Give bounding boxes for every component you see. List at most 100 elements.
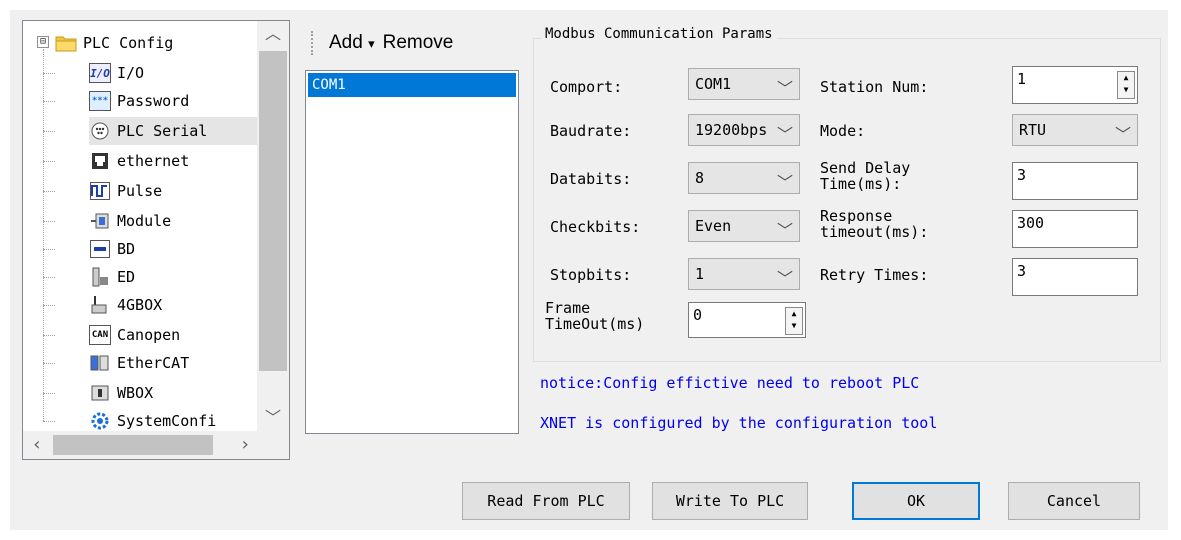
tree-horizontal-scrollbar[interactable]: ‹ › <box>23 431 259 459</box>
send-delay-label-line2: Time(ms): <box>820 175 902 193</box>
read-from-plc-button[interactable]: Read From PLC <box>462 482 630 520</box>
station-num-value: 1 <box>1017 70 1027 88</box>
tree-item-label: 4GBOX <box>117 296 163 314</box>
tree-item-io[interactable]: I/O I/O <box>89 59 144 87</box>
databits-label: Databits: <box>550 170 632 188</box>
cancel-button[interactable]: Cancel <box>1008 482 1140 520</box>
comport-label: Comport: <box>550 78 623 96</box>
tree-guide-line <box>43 49 44 421</box>
serial-port-icon <box>89 121 111 141</box>
response-timeout-input[interactable]: 300 <box>1012 210 1138 248</box>
retry-times-label: Retry Times: <box>820 266 929 284</box>
tree-connector <box>43 131 55 132</box>
frame-timeout-value: 0 <box>693 306 703 324</box>
add-button[interactable]: Add ▾ <box>325 32 379 54</box>
password-icon: *** <box>89 91 111 111</box>
collapse-toggle[interactable]: ⊟ <box>37 36 49 48</box>
canopen-icon: CAN <box>89 325 111 345</box>
frame-timeout-label-line1: Frame <box>545 299 591 317</box>
tree-item-pulse[interactable]: Pulse <box>89 177 162 205</box>
tree-item-label: EtherCAT <box>117 354 190 372</box>
spin-updown-icon[interactable]: ▲ ▼ <box>785 307 803 335</box>
tree-item-label: Canopen <box>117 326 181 344</box>
tree-connector <box>43 221 55 222</box>
tree-item-label: PLC Serial <box>117 122 208 140</box>
databits-select[interactable]: 8 ﹀ <box>688 162 800 194</box>
response-timeout-label-line1: Response <box>820 207 893 225</box>
4gbox-icon <box>89 295 111 315</box>
tree-item-label: WBOX <box>117 384 154 402</box>
tree-item-plc-serial[interactable]: PLC Serial <box>89 117 259 145</box>
stopbits-label: Stopbits: <box>550 266 632 284</box>
tree-item-label: Module <box>117 212 172 230</box>
scrollbar-thumb[interactable] <box>259 51 287 371</box>
tree-item-password[interactable]: *** Password <box>89 87 189 115</box>
tree-connector <box>43 421 55 422</box>
checkbits-select[interactable]: Even ﹀ <box>688 210 800 242</box>
ethercat-icon <box>89 353 111 373</box>
com-port-list[interactable]: COM1 <box>305 70 519 434</box>
mode-value: RTU <box>1019 121 1047 139</box>
list-item-com1[interactable]: COM1 <box>308 73 516 97</box>
tree-item-ethercat[interactable]: EtherCAT <box>89 349 189 377</box>
io-icon: I/O <box>89 63 111 83</box>
scroll-up-arrow-icon[interactable]: ︿ <box>257 21 289 47</box>
group-title: Modbus Communication Params <box>541 26 777 42</box>
ok-button[interactable]: OK <box>852 482 980 520</box>
frame-timeout-label-line2: TimeOut(ms) <box>545 315 645 333</box>
toolbar-grip[interactable] <box>311 31 315 55</box>
tree-connector <box>43 393 55 394</box>
write-to-plc-button[interactable]: Write To PLC <box>652 482 808 520</box>
com-toolbar: Add ▾ Remove <box>305 22 517 64</box>
response-timeout-label-line2: timeout(ms): <box>820 223 929 241</box>
tree-connector <box>43 101 55 102</box>
checkbits-label: Checkbits: <box>550 218 641 236</box>
tree-item-bd[interactable]: BD <box>89 235 135 263</box>
wbox-icon <box>89 383 111 403</box>
tree-connector <box>43 305 55 306</box>
config-tree[interactable]: ⊟ PLC Config I/O I/O *** Password PLC Se… <box>22 20 290 460</box>
scroll-right-arrow-icon[interactable]: › <box>231 431 259 459</box>
station-num-stepper[interactable]: 1 ▲ ▼ <box>1012 66 1138 104</box>
add-label: Add <box>329 32 363 53</box>
tree-item-module[interactable]: Module <box>89 207 171 235</box>
module-icon <box>89 211 111 231</box>
tree-item-systemconfig[interactable]: SystemConfi <box>89 407 216 431</box>
scroll-down-arrow-icon[interactable]: ﹀ <box>257 405 289 431</box>
chevron-down-icon: ﹀ <box>776 125 793 144</box>
frame-timeout-stepper[interactable]: 0 ▲ ▼ <box>688 302 806 338</box>
spin-updown-icon[interactable]: ▲ ▼ <box>1117 71 1135 99</box>
tree-item-label: I/O <box>117 64 145 82</box>
chevron-down-icon: ﹀ <box>776 221 793 240</box>
notice-xnet: XNET is configured by the configuration … <box>540 414 938 432</box>
tree-item-ed[interactable]: ED <box>89 263 135 291</box>
tree-item-label: ethernet <box>117 152 190 170</box>
tree-connector <box>43 191 55 192</box>
tree-item-canopen[interactable]: CAN Canopen <box>89 321 180 349</box>
mode-label: Mode: <box>820 122 866 140</box>
tree-connector <box>43 335 55 336</box>
mode-select[interactable]: RTU ﹀ <box>1012 114 1138 146</box>
tree-connector <box>43 249 55 250</box>
tree-vertical-scrollbar[interactable]: ︿ ﹀ <box>257 21 289 431</box>
tree-item-plc-config[interactable]: PLC Config <box>55 29 173 57</box>
tree-item-label: SystemConfi <box>117 412 217 430</box>
remove-button[interactable]: Remove <box>379 32 458 54</box>
baudrate-label: Baudrate: <box>550 122 632 140</box>
scrollbar-thumb[interactable] <box>53 435 213 455</box>
tree-connector <box>43 161 55 162</box>
tree-item-wbox[interactable]: WBOX <box>89 379 153 407</box>
chevron-down-icon: ﹀ <box>1114 125 1131 144</box>
baudrate-select[interactable]: 19200bps ﹀ <box>688 114 800 146</box>
retry-times-input[interactable]: 3 <box>1012 258 1138 296</box>
send-delay-input[interactable]: 3 <box>1012 162 1138 200</box>
tree-item-4gbox[interactable]: 4GBOX <box>89 291 162 319</box>
tree-connector <box>43 73 55 74</box>
tree-item-label: Password <box>117 92 190 110</box>
chevron-down-icon: ﹀ <box>776 79 793 98</box>
scroll-left-arrow-icon[interactable]: ‹ <box>23 431 51 459</box>
stopbits-select[interactable]: 1 ﹀ <box>688 258 800 290</box>
send-delay-label-line1: Send Delay <box>820 159 911 177</box>
comport-select[interactable]: COM1 ﹀ <box>688 68 800 100</box>
tree-item-ethernet[interactable]: ethernet <box>89 147 189 175</box>
